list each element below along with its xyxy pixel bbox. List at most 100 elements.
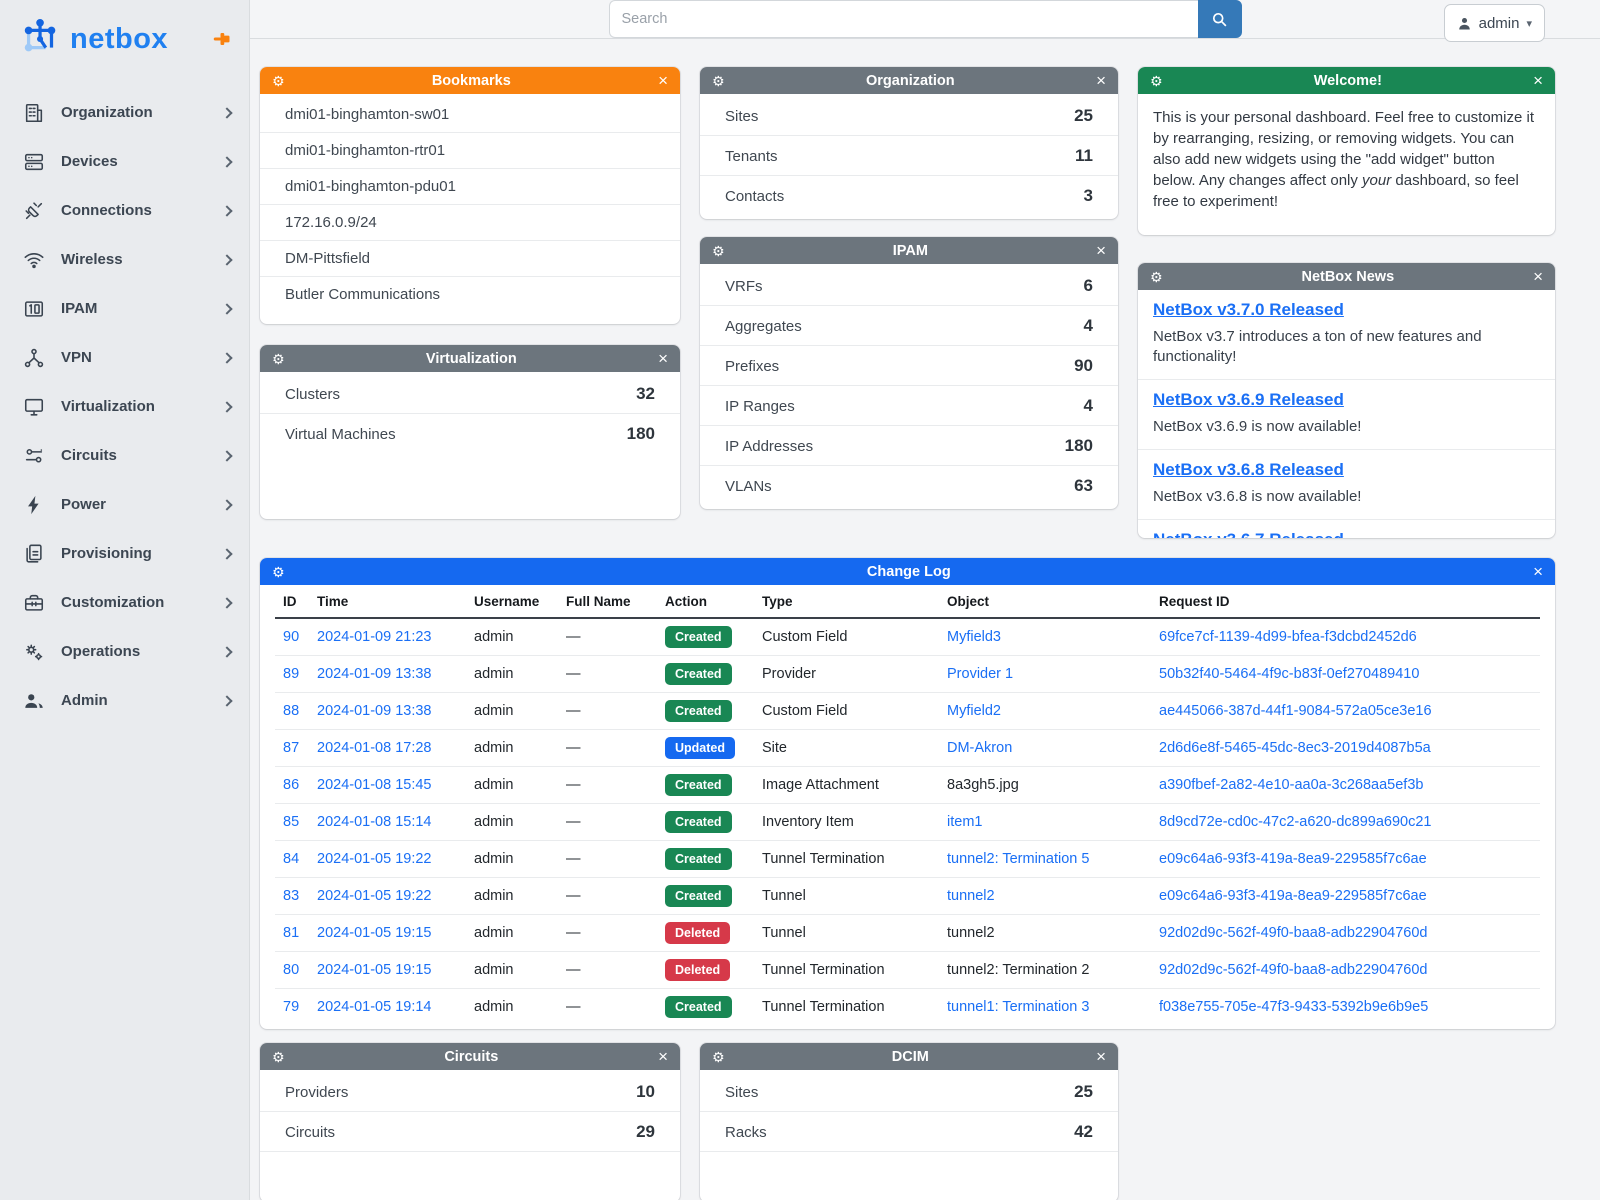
change-id-link[interactable]: 84 — [283, 851, 299, 867]
stat-value[interactable]: 25 — [1074, 1082, 1093, 1102]
request-id-link[interactable]: e09c64a6-93f3-419a-8ea9-229585f7c6ae — [1159, 888, 1427, 904]
bookmark-item[interactable]: dmi01-binghamton-sw01 — [260, 97, 680, 132]
change-time-link[interactable]: 2024-01-05 19:15 — [317, 962, 432, 978]
request-id-link[interactable]: ae445066-387d-44f1-9084-572a05ce3e16 — [1159, 703, 1432, 719]
object-link[interactable]: DM-Akron — [947, 740, 1012, 756]
stat-value[interactable]: 4 — [1084, 396, 1093, 416]
object-link[interactable]: tunnel2: Termination 5 — [947, 851, 1089, 867]
object-link[interactable]: item1 — [947, 814, 982, 830]
sidebar-item-customization[interactable]: Customization — [0, 578, 249, 627]
request-id-link[interactable]: 69fce7cf-1139-4d99-bfea-f3dcbd2452d6 — [1159, 629, 1417, 645]
gear-icon[interactable]: ⚙︎ — [272, 565, 285, 579]
sidebar-item-devices[interactable]: Devices — [0, 137, 249, 186]
change-id-link[interactable]: 89 — [283, 666, 299, 682]
stat-value[interactable]: 10 — [636, 1082, 655, 1102]
search-button[interactable] — [1198, 0, 1242, 38]
change-id-link[interactable]: 88 — [283, 703, 299, 719]
bookmark-item[interactable]: dmi01-binghamton-pdu01 — [260, 168, 680, 204]
gear-icon[interactable]: ⚙︎ — [272, 1050, 285, 1064]
request-id-link[interactable]: 50b32f40-5464-4f9c-b83f-0ef270489410 — [1159, 666, 1419, 682]
pin-icon[interactable] — [213, 32, 231, 46]
news-headline-link[interactable]: NetBox v3.6.9 Released — [1153, 390, 1344, 410]
object-link[interactable]: tunnel2 — [947, 888, 995, 904]
object-link[interactable]: Myfield3 — [947, 629, 1001, 645]
close-icon[interactable]: × — [1096, 1048, 1106, 1065]
search-input[interactable] — [609, 0, 1198, 38]
request-id-link[interactable]: 8d9cd72e-cd0c-47c2-a620-dc899a690c21 — [1159, 814, 1431, 830]
change-id-link[interactable]: 79 — [283, 999, 299, 1015]
object-link[interactable]: Provider 1 — [947, 666, 1013, 682]
change-time-link[interactable]: 2024-01-08 15:45 — [317, 777, 432, 793]
gear-icon[interactable]: ⚙︎ — [272, 74, 285, 88]
stat-value[interactable]: 42 — [1074, 1122, 1093, 1142]
change-time-link[interactable]: 2024-01-05 19:14 — [317, 999, 432, 1015]
change-time-link[interactable]: 2024-01-05 19:22 — [317, 851, 432, 867]
change-time-link[interactable]: 2024-01-09 21:23 — [317, 629, 432, 645]
change-id-link[interactable]: 86 — [283, 777, 299, 793]
sidebar-item-ipam[interactable]: IPAM — [0, 284, 249, 333]
stat-value[interactable]: 63 — [1074, 476, 1093, 496]
sidebar-item-admin[interactable]: Admin — [0, 676, 249, 725]
sidebar-item-connections[interactable]: Connections — [0, 186, 249, 235]
change-id-link[interactable]: 85 — [283, 814, 299, 830]
close-icon[interactable]: × — [658, 72, 668, 89]
gear-icon[interactable]: ⚙︎ — [1150, 74, 1163, 88]
news-headline-link[interactable]: NetBox v3.6.7 Released — [1153, 530, 1344, 538]
gear-icon[interactable]: ⚙︎ — [272, 352, 285, 366]
netbox-logo[interactable]: netbox — [20, 18, 168, 60]
change-time-link[interactable]: 2024-01-08 17:28 — [317, 740, 432, 756]
bookmark-item[interactable]: dmi01-binghamton-rtr01 — [260, 132, 680, 168]
stat-value[interactable]: 180 — [627, 424, 655, 444]
request-id-link[interactable]: 2d6d6e8f-5465-45dc-8ec3-2019d4087b5a — [1159, 740, 1431, 756]
sidebar-item-circuits[interactable]: Circuits — [0, 431, 249, 480]
stat-value[interactable]: 29 — [636, 1122, 655, 1142]
gear-icon[interactable]: ⚙︎ — [712, 1050, 725, 1064]
bookmark-item[interactable]: 172.16.0.9/24 — [260, 204, 680, 240]
sidebar-item-virtualization[interactable]: Virtualization — [0, 382, 249, 431]
sidebar-item-wireless[interactable]: Wireless — [0, 235, 249, 284]
request-id-link[interactable]: a390fbef-2a82-4e10-aa0a-3c268aa5ef3b — [1159, 777, 1423, 793]
change-time-link[interactable]: 2024-01-08 15:14 — [317, 814, 432, 830]
change-time-link[interactable]: 2024-01-09 13:38 — [317, 703, 432, 719]
close-icon[interactable]: × — [658, 350, 668, 367]
gear-icon[interactable]: ⚙︎ — [1150, 270, 1163, 284]
change-id-link[interactable]: 81 — [283, 925, 299, 941]
change-time-link[interactable]: 2024-01-05 19:22 — [317, 888, 432, 904]
change-id-link[interactable]: 83 — [283, 888, 299, 904]
close-icon[interactable]: × — [1533, 72, 1543, 89]
stat-value[interactable]: 90 — [1074, 356, 1093, 376]
stat-value[interactable]: 4 — [1084, 316, 1093, 336]
stat-value[interactable]: 32 — [636, 384, 655, 404]
object-link[interactable]: Myfield2 — [947, 703, 1001, 719]
bookmark-item[interactable]: Butler Communications — [260, 276, 680, 312]
stat-value[interactable]: 11 — [1075, 146, 1093, 166]
close-icon[interactable]: × — [1533, 268, 1543, 285]
user-menu-button[interactable]: admin ▾ — [1444, 4, 1545, 42]
request-id-link[interactable]: f038e755-705e-47f3-9433-5392b9e6b9e5 — [1159, 999, 1428, 1015]
object-link[interactable]: tunnel1: Termination 3 — [947, 999, 1089, 1015]
sidebar-item-vpn[interactable]: VPN — [0, 333, 249, 382]
change-time-link[interactable]: 2024-01-09 13:38 — [317, 666, 432, 682]
stat-value[interactable]: 3 — [1084, 186, 1093, 206]
sidebar-item-operations[interactable]: Operations — [0, 627, 249, 676]
close-icon[interactable]: × — [658, 1048, 668, 1065]
news-headline-link[interactable]: NetBox v3.6.8 Released — [1153, 460, 1344, 480]
stat-value[interactable]: 6 — [1084, 276, 1093, 296]
sidebar-item-organization[interactable]: Organization — [0, 88, 249, 137]
stat-value[interactable]: 180 — [1065, 436, 1093, 456]
gear-icon[interactable]: ⚙︎ — [712, 74, 725, 88]
request-id-link[interactable]: 92d02d9c-562f-49f0-baa8-adb22904760d — [1159, 962, 1427, 978]
gear-icon[interactable]: ⚙︎ — [712, 244, 725, 258]
bookmark-item[interactable]: DM-Pittsfield — [260, 240, 680, 276]
close-icon[interactable]: × — [1096, 72, 1106, 89]
change-id-link[interactable]: 80 — [283, 962, 299, 978]
stat-value[interactable]: 25 — [1074, 106, 1093, 126]
change-id-link[interactable]: 90 — [283, 629, 299, 645]
change-time-link[interactable]: 2024-01-05 19:15 — [317, 925, 432, 941]
change-id-link[interactable]: 87 — [283, 740, 299, 756]
sidebar-item-provisioning[interactable]: Provisioning — [0, 529, 249, 578]
news-headline-link[interactable]: NetBox v3.7.0 Released — [1153, 300, 1344, 320]
close-icon[interactable]: × — [1533, 563, 1543, 580]
request-id-link[interactable]: e09c64a6-93f3-419a-8ea9-229585f7c6ae — [1159, 851, 1427, 867]
close-icon[interactable]: × — [1096, 242, 1106, 259]
